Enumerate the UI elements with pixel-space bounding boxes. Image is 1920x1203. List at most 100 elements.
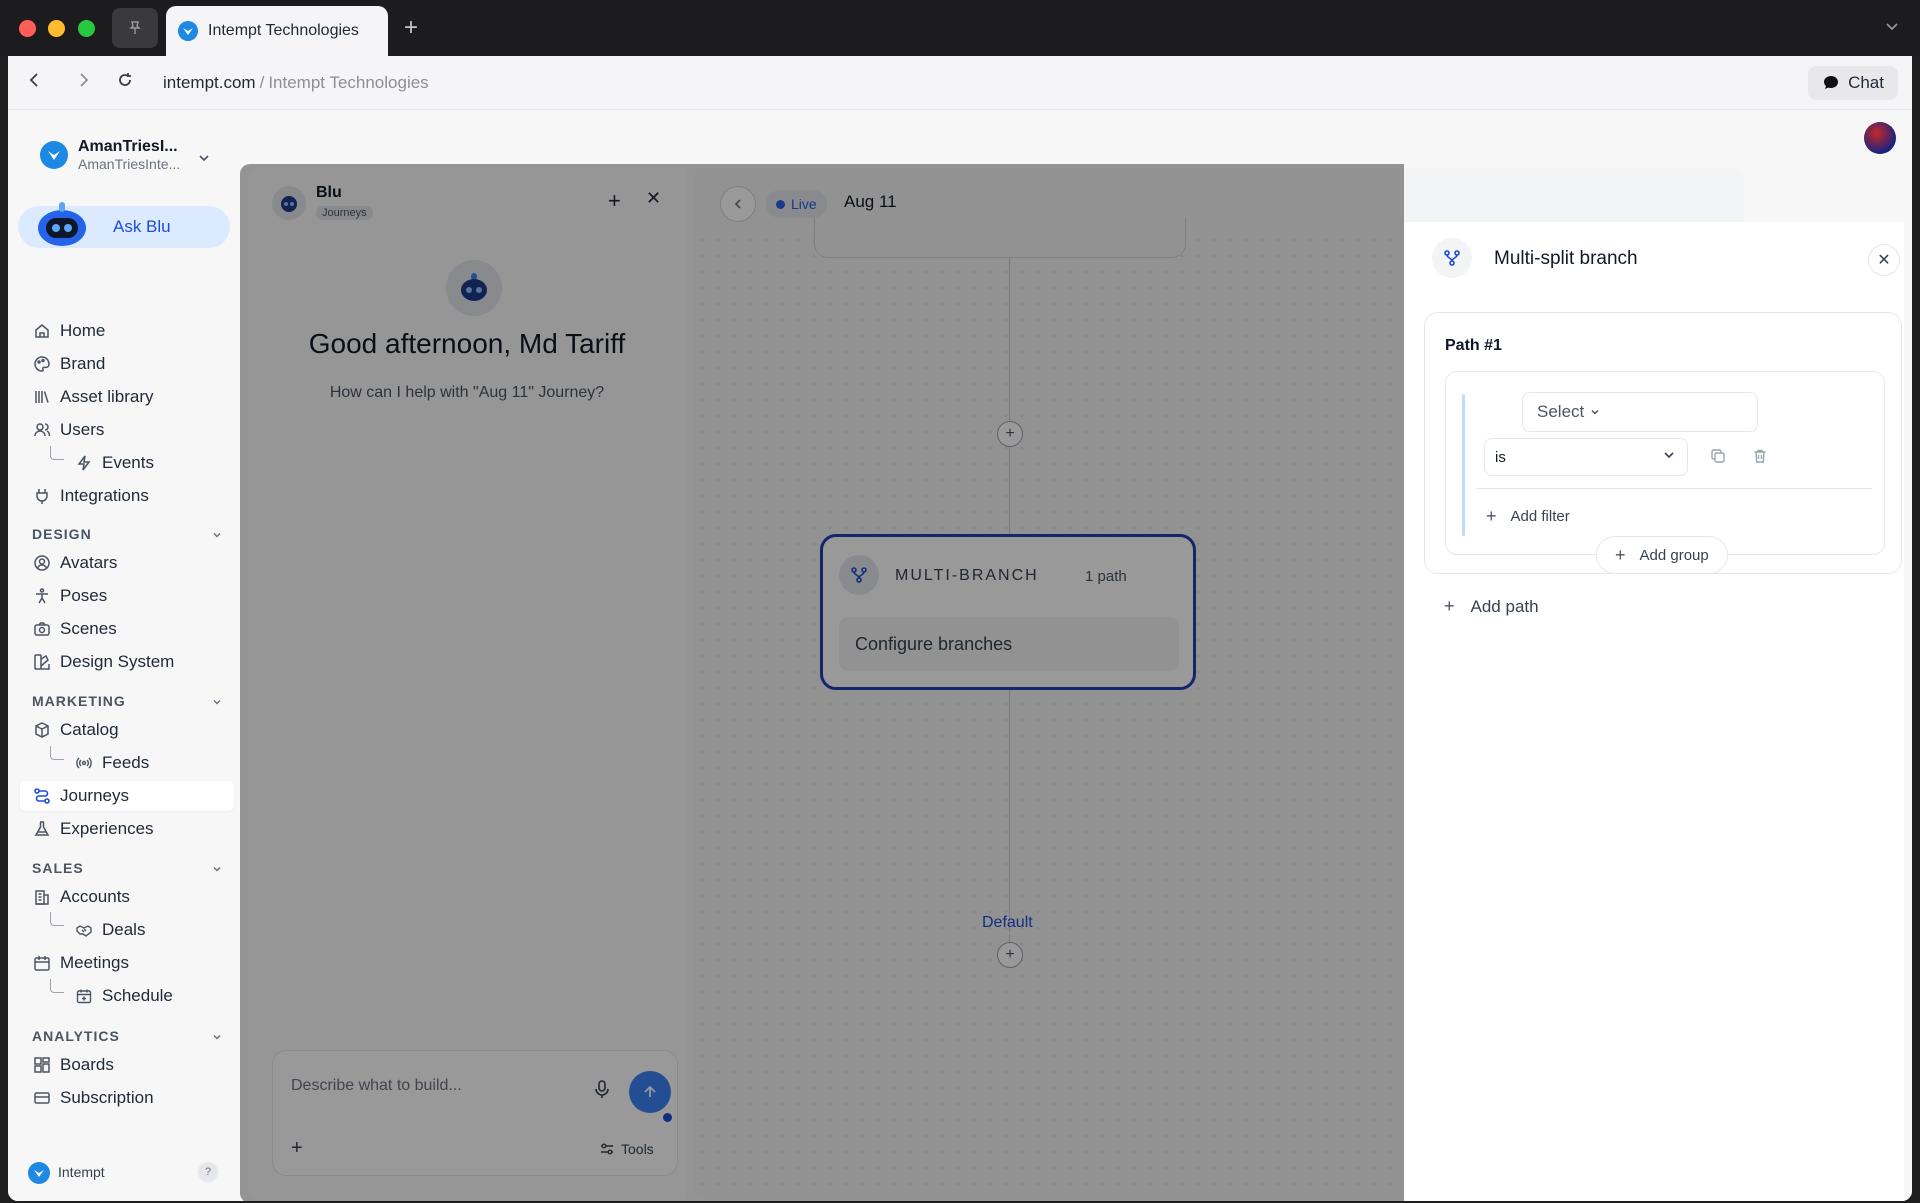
chevron-down-icon[interactable] [198, 152, 210, 167]
help-button[interactable]: ? [198, 1162, 218, 1182]
operator-select[interactable]: is [1484, 438, 1688, 476]
add-filter-label: Add filter [1510, 508, 1570, 525]
workspace-switcher[interactable]: AmanTriesI... AmanTriesInte... [40, 138, 180, 172]
sidebar-item-meetings[interactable]: Meetings [20, 948, 234, 978]
sidebar-item-accounts[interactable]: Accounts [20, 882, 234, 912]
add-path-button[interactable]: + Add path [1444, 596, 1539, 617]
credit-card-icon [32, 1088, 52, 1108]
sidebar-item-boards[interactable]: Boards [20, 1050, 234, 1080]
robot-mascot-icon [38, 202, 86, 246]
sidebar-item-catalog[interactable]: Catalog [20, 715, 234, 745]
plus-icon: + [1615, 544, 1626, 565]
workspace-name: AmanTriesI... [78, 138, 178, 155]
chevron-down-icon[interactable] [212, 864, 222, 877]
sidebar-item-feeds[interactable]: Feeds [20, 748, 234, 778]
branch-split-icon [1432, 238, 1472, 278]
add-group-label: Add group [1639, 546, 1709, 564]
browser-window: intempt.com / Intempt Technologies Chat … [8, 56, 1912, 1201]
section-header-sales: SALES [32, 860, 84, 876]
sidebar-item-journeys[interactable]: Journeys [20, 781, 234, 811]
reload-icon[interactable] [116, 71, 134, 94]
modal-backdrop[interactable] [240, 164, 1404, 1201]
sidebar-item-label: Asset library [60, 387, 154, 406]
sidebar-item-events[interactable]: Events [20, 448, 234, 478]
sidebar-item-scenes[interactable]: Scenes [20, 614, 234, 644]
section-header-analytics: ANALYTICS [32, 1028, 120, 1044]
filter-group: Select is + Add filter + Add group [1445, 371, 1885, 574]
copy-icon[interactable] [1710, 448, 1726, 469]
sidebar-item-label: Deals [102, 920, 146, 939]
home-icon [32, 321, 52, 341]
workspace-logo-icon [40, 141, 68, 169]
chevron-down-icon[interactable] [212, 697, 222, 710]
chat-label: Chat [1848, 73, 1884, 92]
new-tab-icon[interactable]: + [404, 14, 418, 42]
grid-icon [32, 1055, 52, 1075]
path-title: Path #1 [1445, 337, 1502, 354]
sidebar-item-users[interactable]: Users [20, 415, 234, 445]
sidebar-item-avatars[interactable]: Avatars [20, 548, 234, 578]
sidebar-item-poses[interactable]: Poses [20, 581, 234, 611]
trash-icon[interactable] [1752, 448, 1768, 469]
close-icon[interactable]: ✕ [1868, 244, 1900, 276]
back-arrow-icon[interactable] [26, 71, 44, 94]
sidebar-item-experiences[interactable]: Experiences [20, 814, 234, 844]
ask-blu-button[interactable]: Ask Blu [18, 202, 230, 248]
sidebar-item-label: Scenes [60, 619, 117, 638]
tab-list-chevron-icon[interactable] [1884, 18, 1900, 39]
calendar-plus-icon [74, 986, 94, 1006]
sidebar-item-asset-library[interactable]: Asset library [20, 382, 234, 412]
palette-icon [32, 354, 52, 374]
maximize-window-button[interactable] [78, 20, 95, 37]
sidebar-item-label: Meetings [60, 953, 129, 972]
broadcast-icon [74, 753, 94, 773]
sidebar-item-schedule[interactable]: Schedule [20, 981, 234, 1011]
address-bar: intempt.com / Intempt Technologies Chat [8, 56, 1912, 110]
sidebar-item-brand[interactable]: Brand [20, 349, 234, 379]
sidebar-item-label: Brand [60, 354, 106, 373]
user-avatar[interactable] [1864, 122, 1896, 154]
forward-arrow-icon[interactable] [74, 71, 92, 94]
url-separator: / [259, 73, 265, 92]
chevron-down-icon[interactable] [212, 530, 222, 543]
chevron-down-icon[interactable] [212, 1032, 222, 1045]
pin-icon[interactable] [112, 8, 158, 48]
tab-title: Intempt Technologies [208, 22, 359, 39]
sidebar-item-subscription[interactable]: Subscription [20, 1083, 234, 1113]
close-window-button[interactable] [19, 20, 36, 37]
sidebar-item-label: Feeds [102, 753, 150, 772]
panel-title: Multi-split branch [1494, 248, 1638, 269]
add-filter-button[interactable]: + Add filter [1486, 506, 1570, 527]
section-header-marketing: MARKETING [32, 693, 126, 709]
minimize-window-button[interactable] [48, 20, 65, 37]
url-page-title: Intempt Technologies [268, 73, 429, 92]
sidebar-item-label: Subscription [60, 1088, 154, 1107]
multi-split-panel: Multi-split branch ✕ Path #1 Select is +… [1404, 222, 1904, 1201]
sidebar-item-label: Journeys [60, 786, 129, 805]
flask-icon [32, 819, 52, 839]
sidebar-item-label: Events [102, 453, 154, 472]
sidebar-item-label: Catalog [60, 720, 119, 739]
calendar-icon [32, 953, 52, 973]
building-icon [32, 887, 52, 907]
property-select[interactable]: Select [1522, 392, 1758, 432]
intempt-logo-icon [28, 1162, 50, 1184]
box-icon [32, 720, 52, 740]
sidebar-item-label: Poses [60, 586, 108, 605]
sidebar-item-label: Schedule [102, 986, 173, 1005]
url-input[interactable]: intempt.com / Intempt Technologies [153, 66, 1423, 100]
section-header-design: DESIGN [32, 526, 92, 542]
browser-tab-active[interactable]: Intempt Technologies [166, 6, 388, 56]
sidebar-item-design-system[interactable]: Design System [20, 647, 234, 677]
library-icon [32, 387, 52, 407]
sidebar-item-integrations[interactable]: Integrations [20, 481, 234, 511]
handshake-icon [74, 920, 94, 940]
add-group-button[interactable]: + Add group [1596, 536, 1728, 574]
operator-value: is [1495, 448, 1506, 466]
sidebar-item-deals[interactable]: Deals [20, 915, 234, 945]
select-label: Select [1537, 402, 1585, 421]
avatar-circle-icon [32, 553, 52, 573]
chat-button[interactable]: Chat [1808, 66, 1898, 100]
sidebar-item-home[interactable]: Home [20, 316, 234, 346]
url-host: intempt.com [163, 73, 256, 92]
